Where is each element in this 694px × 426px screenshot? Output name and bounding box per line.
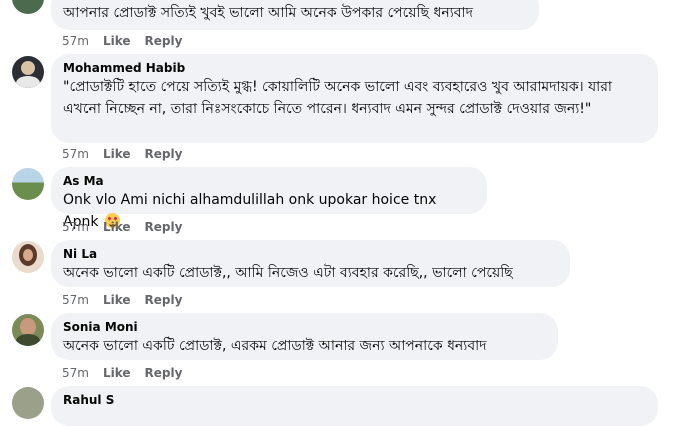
avatar-figure-body — [16, 334, 40, 346]
like-button[interactable]: Like — [103, 146, 131, 162]
like-button[interactable]: Like — [103, 365, 131, 381]
comment-time[interactable]: 57m — [62, 292, 89, 308]
reply-button[interactable]: Reply — [145, 365, 183, 381]
comment-time[interactable]: 57m — [62, 365, 89, 381]
avatar[interactable] — [12, 168, 44, 200]
comment-time[interactable]: 57m — [62, 219, 89, 235]
like-button[interactable]: Like — [103, 33, 131, 49]
comment-bubble: As Ma Onk vlo Ami nichi alhamdulillah on… — [51, 167, 487, 230]
comment-text: অনেক ভালো একটি প্রোডাক্ট,, আমি নিজেও এটা… — [63, 265, 513, 281]
reply-button[interactable]: Reply — [145, 219, 183, 235]
avatar-figure-face — [23, 249, 33, 261]
comment-text: আপনার প্রোডাক্ট সত্যিই খুবই ভালো আমি অনে… — [63, 5, 473, 21]
comment-bubble: আপনার প্রোডাক্ট সত্যিই খুবই ভালো আমি অনে… — [51, 0, 539, 30]
comment-author[interactable]: Mohammed Habib — [63, 61, 646, 76]
avatar[interactable] — [12, 387, 44, 419]
like-button[interactable]: Like — [103, 219, 131, 235]
comment-author[interactable]: Ni La — [63, 247, 558, 262]
comment-author[interactable]: Rahul S — [63, 393, 646, 408]
reply-button[interactable]: Reply — [145, 292, 183, 308]
like-button[interactable]: Like — [103, 292, 131, 308]
comment-bubble: Mohammed Habib "প্রোডাক্টটি হাতে পেয়ে স… — [51, 54, 658, 143]
comment-bubble: Ni La অনেক ভালো একটি প্রোডাক্ট,, আমি নিজ… — [51, 240, 570, 287]
comment-author[interactable]: Sonia Moni — [63, 320, 546, 335]
comment-text: "প্রোডাক্টটি হাতে পেয়ে সত্যিই মুগ্ধ! কো… — [63, 79, 617, 117]
avatar-figure — [21, 61, 35, 75]
reply-button[interactable]: Reply — [145, 146, 183, 162]
comment-time[interactable]: 57m — [62, 33, 89, 49]
avatar-figure-body — [16, 76, 40, 88]
comment-bubble: Sonia Moni অনেক ভালো একটি প্রোডাক্ট, এরক… — [51, 313, 558, 360]
comment-time[interactable]: 57m — [62, 146, 89, 162]
comment-text: অনেক ভালো একটি প্রোডাক্ট, এরকম প্রোডাক্ট… — [63, 338, 487, 354]
reply-button[interactable]: Reply — [145, 33, 183, 49]
comment-author[interactable]: As Ma — [63, 174, 475, 189]
avatar[interactable] — [12, 241, 44, 273]
comment-bubble: Rahul S — [51, 386, 658, 426]
avatar[interactable] — [12, 56, 44, 88]
avatar[interactable] — [12, 314, 44, 346]
avatar[interactable] — [12, 0, 44, 14]
